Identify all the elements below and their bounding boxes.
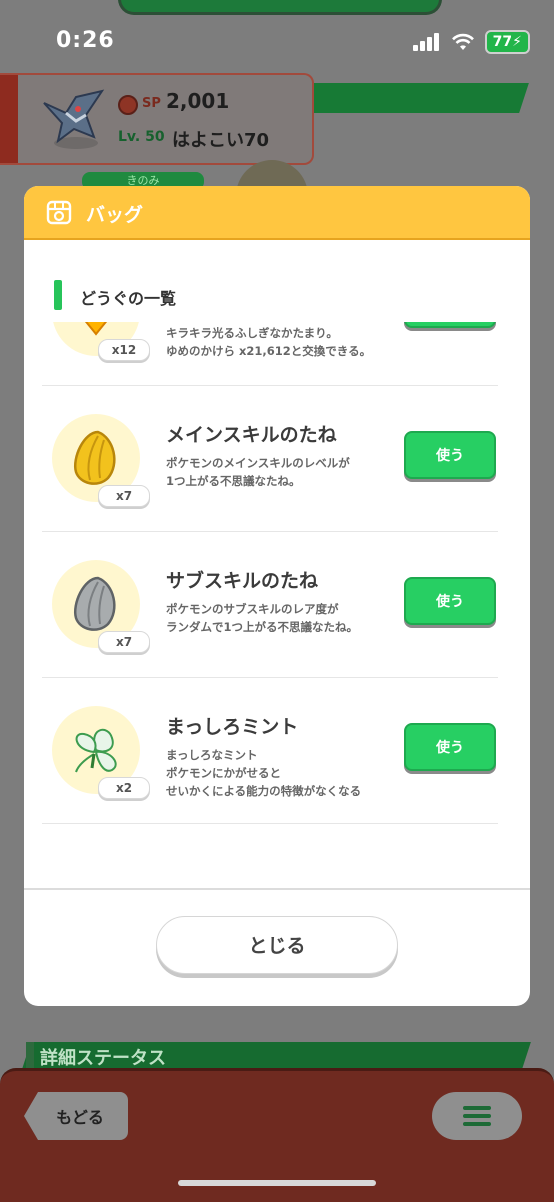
status-time: 0:26 [56,28,115,53]
item-name: サブスキルのたね [166,570,319,592]
item-description: まっしろなミント ポケモンにかがせると せいかくによる能力の特徴がなくなる [166,748,362,798]
pokemon-avatar [43,89,105,149]
wifi-icon [451,33,474,50]
item-description: キラキラ光るふしぎなかたまり。 ゆめのかけら x21,612と交換できる。 [166,326,372,358]
silver-seed-icon [73,576,116,631]
pokemon-profile-card: SP 2,001 Lv. 50 はよこい70 [0,73,314,165]
top-banner-button [118,0,442,15]
list-item: x12 キラキラ光るふしぎなかたまり。 ゆめのかけら x21,612と交換できる… [42,322,498,386]
use-button[interactable]: 使う [404,322,496,328]
item-description: ポケモンのサブスキルのレア度が ランダムで1つ上がる不思議なたね。 [166,602,358,634]
item-list[interactable]: x12 キラキラ光るふしぎなかたまり。 ゆめのかけら x21,612と交換できる… [42,322,498,888]
level-label: Lv. 50 [118,129,165,145]
pokemon-nickname: はよこい70 [172,130,270,151]
gem-icon [84,322,108,336]
back-button-label: もどる [56,1108,104,1127]
details-section-label: 詳細ステータス [40,1048,166,1069]
sp-value: 2,001 [166,89,230,113]
menu-button[interactable] [432,1092,522,1140]
back-button[interactable]: もどる [24,1092,128,1140]
sp-icon [118,95,138,115]
status-indicators: 77⚡ [412,30,530,54]
use-button[interactable]: 使う [404,723,496,771]
item-description: ポケモンのメインスキルのレベルが 1つ上がる不思議なたね。 [166,456,350,488]
bag-modal: バッグ どうぐの一覧 x12 キラキラ光るふしぎなかたまり。 ゆめのかけら x2… [24,186,530,1006]
quantity-badge: x12 [98,339,150,361]
quantity-badge: x7 [98,485,150,507]
item-name: まっしろミント [166,716,299,738]
footer-divider [24,888,530,890]
profile-accent-bar [0,75,18,163]
gold-seed-icon [73,430,116,485]
modal-header: バッグ [24,186,530,240]
signal-icon [412,33,439,51]
hamburger-icon [463,1106,491,1126]
item-name: メインスキルのたね [166,424,337,446]
bag-icon [46,200,72,225]
battery-indicator: 77⚡ [484,30,530,54]
section-title: どうぐの一覧 [80,289,177,308]
list-item: x2 まっしろミント まっしろなミント ポケモンにかがせると せいかくによる能力… [42,678,498,824]
quantity-badge: x7 [98,631,150,653]
home-indicator [178,1180,376,1186]
close-button[interactable]: とじる [156,916,398,974]
use-button[interactable]: 使う [404,577,496,625]
use-button[interactable]: 使う [404,431,496,479]
section-marker [54,280,62,310]
header-stripe [295,83,529,113]
list-item: x7 サブスキルのたね ポケモンのサブスキルのレア度が ランダムで1つ上がる不思… [42,532,498,678]
list-item: x7 メインスキルのたね ポケモンのメインスキルのレベルが 1つ上がる不思議なた… [42,386,498,532]
mint-icon [75,728,117,773]
sp-label: SP [142,96,161,111]
quantity-badge: x2 [98,777,150,799]
modal-title: バッグ [86,204,144,226]
